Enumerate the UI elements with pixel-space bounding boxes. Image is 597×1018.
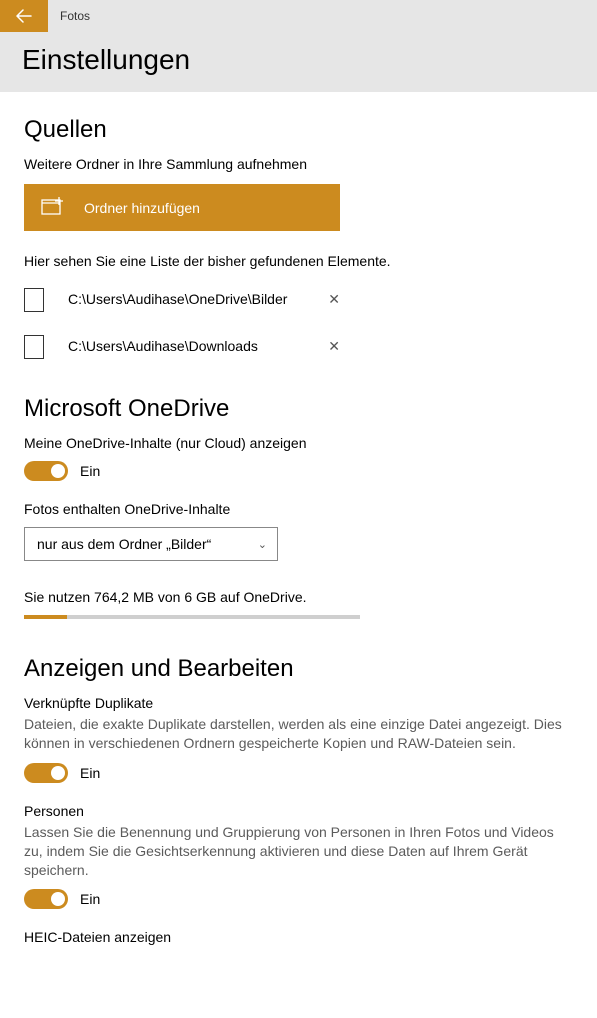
- add-folder-label: Ordner hinzufügen: [84, 200, 200, 216]
- onedrive-cloud-state: Ein: [80, 463, 100, 479]
- people-state: Ein: [80, 891, 100, 907]
- remove-folder-button[interactable]: ✕: [324, 334, 344, 359]
- linked-duplicates-state: Ein: [80, 765, 100, 781]
- linked-duplicates-title: Verknüpfte Duplikate: [24, 695, 573, 711]
- onedrive-cloud-label: Meine OneDrive-Inhalte (nur Cloud) anzei…: [24, 435, 573, 451]
- people-title: Personen: [24, 803, 573, 819]
- back-button[interactable]: [0, 0, 48, 32]
- add-folder-desc: Weitere Ordner in Ihre Sammlung aufnehme…: [24, 156, 573, 172]
- linked-duplicates-toggle[interactable]: [24, 763, 68, 783]
- people-desc: Lassen Sie die Benennung und Gruppierung…: [24, 823, 573, 880]
- page-title-bar: Einstellungen: [0, 32, 597, 92]
- folder-path: C:\Users\Audihase\OneDrive\Bilder: [68, 290, 324, 309]
- heic-title: HEIC-Dateien anzeigen: [24, 929, 573, 945]
- toggle-row-linked-duplicates: Ein: [24, 763, 573, 783]
- onedrive-include-dropdown[interactable]: nur aus dem Ordner „Bilder“ ⌄: [24, 527, 278, 561]
- add-folder-button[interactable]: Ordner hinzufügen: [24, 184, 340, 231]
- app-title: Fotos: [48, 9, 90, 23]
- onedrive-cloud-toggle[interactable]: [24, 461, 68, 481]
- onedrive-usage-bar: [24, 615, 360, 619]
- folder-icon: [24, 288, 44, 312]
- onedrive-usage-fill: [24, 615, 67, 619]
- section-heading-onedrive: Microsoft OneDrive: [24, 395, 573, 423]
- remove-folder-button[interactable]: ✕: [324, 287, 344, 312]
- linked-duplicates-desc: Dateien, die exakte Duplikate darstellen…: [24, 715, 573, 753]
- chevron-down-icon: ⌄: [258, 538, 267, 551]
- title-bar: Fotos: [0, 0, 597, 32]
- onedrive-usage-text: Sie nutzen 764,2 MB von 6 GB auf OneDriv…: [24, 589, 573, 605]
- content: Quellen Weitere Ordner in Ihre Sammlung …: [0, 92, 597, 945]
- folder-list-desc: Hier sehen Sie eine Liste der bisher gef…: [24, 253, 573, 269]
- add-folder-icon: [40, 194, 64, 221]
- toggle-row-onedrive-cloud: Ein: [24, 461, 573, 481]
- section-heading-display-edit: Anzeigen und Bearbeiten: [24, 655, 573, 683]
- onedrive-include-label: Fotos enthalten OneDrive-Inhalte: [24, 501, 573, 517]
- arrow-left-icon: [16, 8, 32, 24]
- page-title: Einstellungen: [22, 44, 597, 76]
- people-toggle[interactable]: [24, 889, 68, 909]
- folder-row: C:\Users\Audihase\OneDrive\Bilder ✕: [24, 287, 344, 312]
- folder-path: C:\Users\Audihase\Downloads: [68, 337, 324, 356]
- dropdown-value: nur aus dem Ordner „Bilder“: [37, 536, 211, 552]
- folder-row: C:\Users\Audihase\Downloads ✕: [24, 334, 344, 359]
- section-heading-sources: Quellen: [24, 116, 573, 144]
- folder-icon: [24, 335, 44, 359]
- toggle-row-people: Ein: [24, 889, 573, 909]
